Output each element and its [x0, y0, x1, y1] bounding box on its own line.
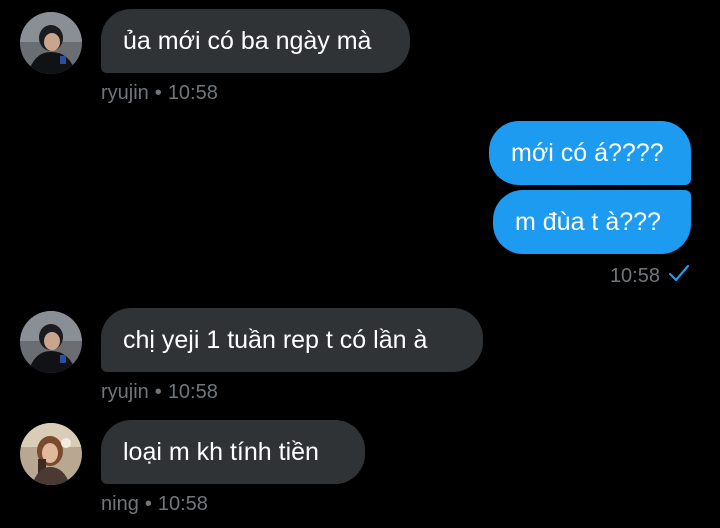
message-text: ủa mới có ba ngày mà: [123, 27, 372, 55]
message-bubble-incoming[interactable]: loại m kh tính tiền: [101, 420, 365, 484]
message-time: 10:58: [167, 82, 218, 104]
message-meta: ning • 10:58: [101, 492, 208, 516]
sender-name: ryujin: [101, 82, 149, 104]
message-meta-outgoing: 10:58: [610, 263, 690, 289]
meta-separator: •: [154, 381, 162, 403]
message-meta: ryujin • 10:58: [101, 380, 218, 404]
meta-separator: •: [144, 493, 152, 515]
message-time: 10:58: [167, 381, 218, 403]
message-text: mới có á????: [511, 139, 664, 167]
meta-separator: •: [154, 82, 162, 104]
avatar-ning[interactable]: [20, 423, 82, 485]
avatar-ryujin[interactable]: [20, 12, 82, 74]
check-icon: [668, 263, 690, 289]
message-bubble-incoming[interactable]: ủa mới có ba ngày mà: [101, 9, 410, 73]
message-time: 10:58: [609, 265, 660, 287]
avatar-ryujin[interactable]: [20, 311, 82, 373]
message-time: 10:58: [157, 493, 208, 515]
message-text: m đùa t à???: [515, 208, 661, 236]
message-bubble-incoming[interactable]: chị yeji 1 tuần rep t có lần à: [101, 308, 483, 372]
message-bubble-outgoing[interactable]: m đùa t à???: [493, 190, 691, 254]
message-text: chị yeji 1 tuần rep t có lần à: [123, 326, 428, 354]
message-meta: ryujin • 10:58: [101, 81, 218, 105]
message-bubble-outgoing[interactable]: mới có á????: [489, 121, 691, 185]
sender-name: ning: [101, 493, 139, 515]
message-text: loại m kh tính tiền: [123, 438, 319, 466]
sender-name: ryujin: [101, 381, 149, 403]
